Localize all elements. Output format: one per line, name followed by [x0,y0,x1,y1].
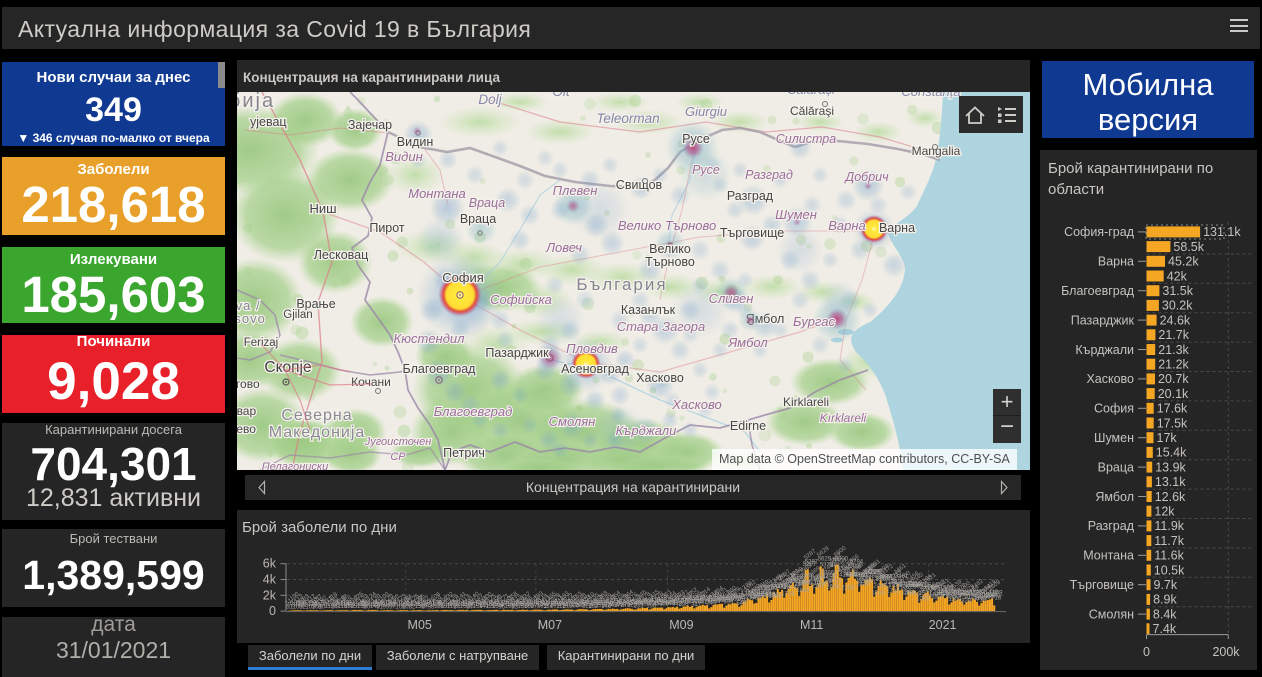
svg-text:Разград: Разград [1088,519,1135,533]
svg-text:Враца: Враца [1098,460,1134,474]
svg-text:Варна: Варна [1098,255,1134,269]
svg-text:Ямбол: Ямбол [1095,490,1134,504]
svg-text:Благоевград: Благоевград [1061,284,1135,298]
svg-text:Кърджали: Кърджали [1075,343,1134,357]
svg-text:Смолян: Смолян [1089,607,1134,621]
svg-text:20.1k: 20.1k [1158,387,1189,401]
svg-text:13.9k: 13.9k [1155,460,1186,474]
svg-text:17.5k: 17.5k [1157,416,1188,430]
svg-text:21.3k: 21.3k [1158,343,1189,357]
svg-text:София: София [1094,402,1134,416]
svg-text:София-град: София-град [1064,225,1135,239]
svg-text:21.2k: 21.2k [1158,358,1189,372]
svg-text:15.4k: 15.4k [1156,446,1187,460]
svg-text:13.1k: 13.1k [1155,475,1186,489]
svg-text:21.7k: 21.7k [1158,328,1189,342]
svg-text:42k: 42k [1167,269,1188,283]
svg-text:Хасково: Хасково [1086,372,1134,386]
svg-text:45.2k: 45.2k [1168,255,1199,269]
svg-text:9.7k: 9.7k [1154,578,1178,592]
svg-text:131.1k: 131.1k [1203,225,1241,239]
svg-text:10.5k: 10.5k [1154,563,1185,577]
svg-text:58.5k: 58.5k [1173,240,1204,254]
svg-text:200k: 200k [1212,645,1240,659]
svg-text:0: 0 [1143,645,1150,659]
svg-text:12.6k: 12.6k [1155,490,1186,504]
svg-text:31.5k: 31.5k [1162,284,1193,298]
svg-text:30.2k: 30.2k [1162,299,1193,313]
svg-text:17k: 17k [1157,431,1178,445]
svg-text:11.7k: 11.7k [1154,534,1184,548]
svg-text:8.4k: 8.4k [1153,607,1177,621]
svg-text:8.9k: 8.9k [1153,593,1177,607]
svg-text:11.6k: 11.6k [1154,549,1184,563]
svg-text:Монтана: Монтана [1083,549,1134,563]
svg-text:Шумен: Шумен [1094,431,1134,445]
svg-text:12k: 12k [1154,505,1175,519]
svg-text:11.9k: 11.9k [1154,519,1184,533]
svg-text:20.7k: 20.7k [1158,372,1189,386]
svg-text:Пазарджик: Пазарджик [1071,313,1135,327]
svg-text:Търговище: Търговище [1070,578,1134,592]
svg-text:24.6k: 24.6k [1160,313,1191,327]
svg-text:17.6k: 17.6k [1157,402,1188,416]
svg-text:7.4k: 7.4k [1153,622,1177,636]
